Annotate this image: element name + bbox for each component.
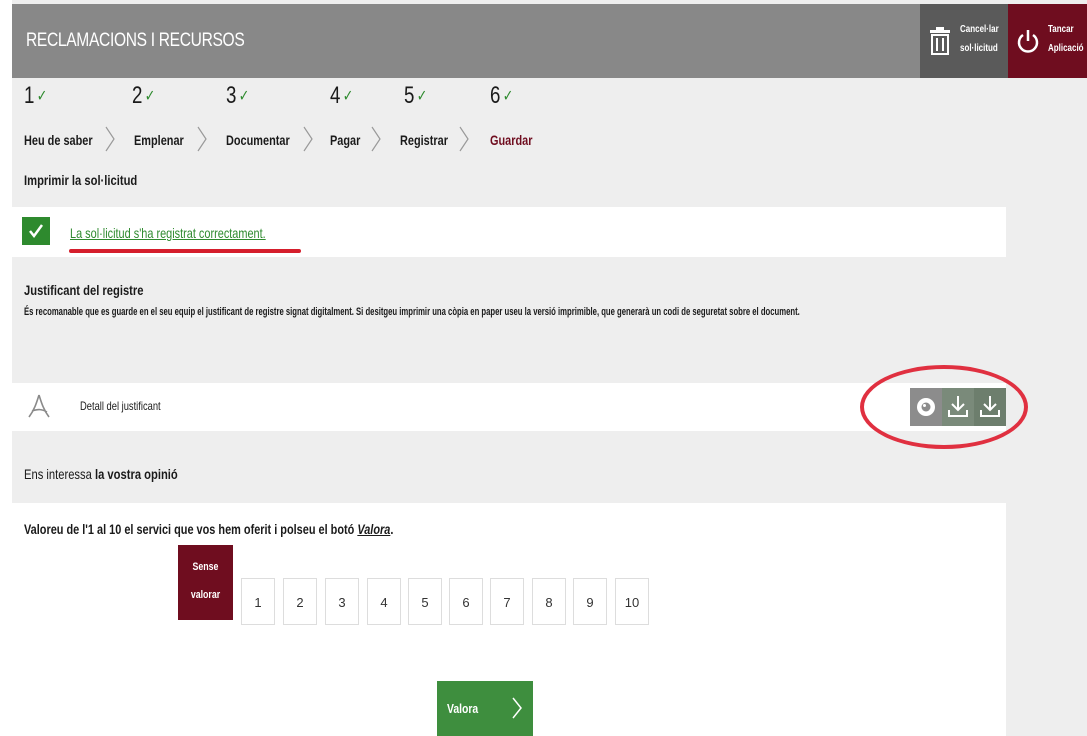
step-number-text: 6 (490, 82, 500, 109)
rating-option-7[interactable]: 7 (490, 578, 524, 625)
page: RECLAMACIONS I RECURSOS Cancel·lar sol·l… (0, 0, 1087, 736)
check-icon (22, 217, 50, 245)
close-application-button[interactable]: Tancar Aplicació (1008, 4, 1087, 78)
step-4-label[interactable]: Pagar (330, 132, 360, 148)
close-application-label: Tancar Aplicació (1048, 20, 1084, 58)
step-number-text: 3 (226, 82, 236, 109)
submit-rating-button[interactable]: Valora (437, 681, 533, 736)
trash-icon (930, 27, 950, 55)
rating-option-9[interactable]: 9 (573, 578, 607, 625)
rating-instruction-text: Valoreu de l'1 al 10 el servici que vos … (24, 521, 358, 537)
app-header: RECLAMACIONS I RECURSOS Cancel·lar sol·l… (12, 4, 1087, 78)
justificant-title: Justificant del registre (24, 282, 144, 298)
step-6-number: 6 ✓ (490, 82, 513, 110)
opinion-title: Ens interessa la vostra opinió (24, 466, 178, 482)
rating-panel: Valoreu de l'1 al 10 el servici que vos … (12, 503, 1006, 736)
rating-option-8[interactable]: 8 (532, 578, 566, 625)
app-title: RECLAMACIONS I RECURSOS (26, 30, 245, 51)
rating-option-1[interactable]: 1 (241, 578, 275, 625)
step-1-label[interactable]: Heu de saber (24, 132, 93, 148)
document-row: Detall del justificant (12, 383, 1006, 431)
step-3-label[interactable]: Documentar (226, 132, 290, 148)
rating-instruction: Valoreu de l'1 al 10 el servici que vos … (24, 521, 393, 537)
pdf-icon (28, 394, 50, 418)
step-6-label[interactable]: Guardar (490, 132, 532, 148)
section-title: Imprimir la sol·licitud (24, 172, 138, 188)
no-rating-line1: Sense (192, 561, 219, 573)
check-icon: ✓ (144, 88, 155, 105)
step-5-label[interactable]: Registrar (400, 132, 448, 148)
cancel-request-button[interactable]: Cancel·lar sol·licitud (920, 4, 1018, 78)
chevron-right-icon (512, 697, 522, 719)
chevron-right-icon (197, 126, 207, 152)
submit-rating-label: Valora (447, 701, 479, 716)
highlight-circle (860, 365, 1028, 449)
power-icon (1017, 30, 1039, 53)
rating-option-4[interactable]: 4 (367, 578, 401, 625)
chevron-right-icon (459, 126, 469, 152)
step-progress: 1 ✓ 2 ✓ 3 ✓ 4 ✓ 5 ✓ 6 ✓ Heu de saber Emplenar … (24, 82, 584, 166)
cancel-request-label: Cancel·lar sol·licitud (960, 20, 999, 58)
cancel-label-line1: Cancel·lar (960, 24, 999, 35)
close-label-line1: Tancar (1048, 24, 1074, 35)
no-rating-line2: valorar (190, 589, 221, 601)
step-number-text: 5 (404, 82, 414, 109)
step-number-text: 1 (24, 82, 34, 109)
highlight-underline (69, 249, 301, 253)
check-icon: ✓ (502, 88, 513, 105)
chevron-right-icon (371, 126, 381, 152)
step-2-number: 2 ✓ (132, 82, 155, 110)
rating-option-5[interactable]: 5 (408, 578, 442, 625)
rating-option-3[interactable]: 3 (325, 578, 359, 625)
rating-option-6[interactable]: 6 (449, 578, 483, 625)
close-label-line2: Aplicació (1048, 43, 1084, 54)
check-icon: ✓ (36, 88, 47, 105)
chevron-right-icon (105, 126, 115, 152)
justificant-description: És recomanable que es guarde en el seu e… (24, 306, 800, 318)
check-icon: ✓ (416, 88, 427, 105)
check-icon: ✓ (238, 88, 249, 105)
step-4-number: 4 ✓ (330, 82, 353, 110)
no-rating-option[interactable]: Sense valorar (178, 545, 233, 620)
opinion-title-prefix: Ens interessa (24, 466, 95, 482)
step-3-number: 3 ✓ (226, 82, 249, 110)
cancel-label-line2: sol·licitud (960, 43, 998, 54)
step-number-text: 2 (132, 82, 142, 109)
check-icon: ✓ (342, 88, 353, 105)
step-2-label[interactable]: Emplenar (134, 132, 184, 148)
rating-option-10[interactable]: 10 (615, 578, 649, 625)
document-label: Detall del justificant (80, 399, 161, 413)
step-1-number: 1 ✓ (24, 82, 47, 110)
success-alert: La sol·licitud s'ha registrat correctame… (12, 207, 1006, 257)
step-5-number: 5 ✓ (404, 82, 427, 110)
success-message: La sol·licitud s'ha registrat correctame… (70, 225, 266, 241)
rating-instruction-end: . (390, 521, 394, 537)
valora-link[interactable]: Valora (357, 521, 390, 537)
rating-option-2[interactable]: 2 (283, 578, 317, 625)
opinion-title-bold: la vostra opinió (94, 466, 178, 482)
chevron-right-icon (303, 126, 313, 152)
step-number-text: 4 (330, 82, 340, 109)
